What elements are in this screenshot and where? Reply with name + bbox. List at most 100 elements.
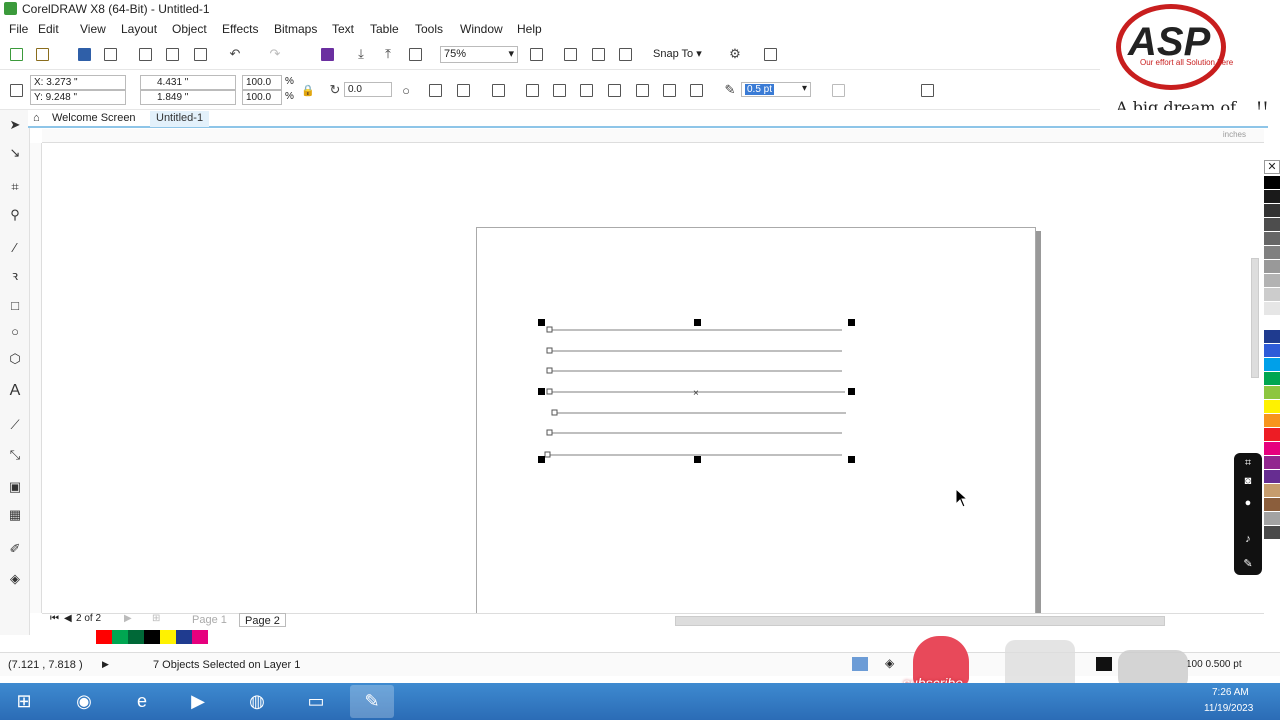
undo-icon[interactable]: ↶ xyxy=(225,44,245,64)
color-swatch[interactable] xyxy=(1264,302,1280,316)
crop-icon[interactable]: ⌗ xyxy=(1241,457,1255,471)
pick-tool-icon[interactable]: ➤ xyxy=(6,116,24,134)
rotation-center-icon[interactable]: ○ xyxy=(396,80,416,100)
front-minus-back-icon[interactable] xyxy=(632,80,652,100)
color-swatch[interactable] xyxy=(1264,260,1280,274)
tab-untitled-1[interactable]: Untitled-1 xyxy=(150,111,210,127)
color-swatch[interactable] xyxy=(1264,288,1280,302)
create-boundary-icon[interactable] xyxy=(686,80,706,100)
publish-pdf-icon[interactable] xyxy=(405,44,425,64)
menu-window[interactable]: Window xyxy=(460,22,503,36)
ellipse-tool-icon[interactable]: ○ xyxy=(6,322,24,340)
color-swatch[interactable] xyxy=(1264,386,1280,400)
pen-icon[interactable]: ✎ xyxy=(1241,557,1255,571)
rotation-angle-field[interactable]: 0.0 xyxy=(344,82,392,97)
horizontal-ruler[interactable]: inches xyxy=(42,129,1264,143)
rectangle-tool-icon[interactable]: □ xyxy=(6,296,24,314)
color-swatch[interactable] xyxy=(1264,330,1280,344)
polygon-tool-icon[interactable]: ⬡ xyxy=(6,350,24,368)
color-swatch[interactable] xyxy=(1264,246,1280,260)
color-swatch[interactable] xyxy=(1264,456,1280,470)
color-palette[interactable] xyxy=(1264,160,1280,590)
zoom-level-select[interactable]: 75% ▾ xyxy=(440,46,518,63)
color-swatch[interactable] xyxy=(1264,400,1280,414)
lock-ratio-icon[interactable]: 🔒 xyxy=(298,80,318,100)
color-swatch[interactable] xyxy=(1264,372,1280,386)
no-color-swatch[interactable]: ✕ xyxy=(1264,160,1280,174)
scale-width-field[interactable]: 100.0 xyxy=(242,75,282,90)
color-swatch[interactable] xyxy=(1264,176,1280,190)
outline-pen-icon[interactable]: ✎ xyxy=(720,80,740,100)
expand-arrow-icon[interactable]: ▶ xyxy=(102,659,109,670)
color-swatch[interactable] xyxy=(1264,414,1280,428)
document-color-swatch[interactable] xyxy=(160,630,176,644)
media-center-icon[interactable]: ▶ xyxy=(176,685,220,718)
y-position-field[interactable]: Y: 9.248 " xyxy=(30,90,126,105)
search-content-icon[interactable] xyxy=(317,44,337,64)
menu-view[interactable]: View xyxy=(80,22,106,36)
show-rulers-icon[interactable] xyxy=(560,44,580,64)
document-color-swatch[interactable] xyxy=(176,630,192,644)
launch-icon[interactable] xyxy=(760,44,780,64)
menu-object[interactable]: Object xyxy=(172,22,207,36)
group-icon[interactable] xyxy=(488,80,508,100)
trim-icon[interactable] xyxy=(549,80,569,100)
redo-icon[interactable]: ↷ xyxy=(265,44,285,64)
microphone-icon[interactable]: ♪ xyxy=(1241,533,1255,547)
snap-to-dropdown[interactable]: Snap To ▾ xyxy=(653,47,702,60)
gear-icon[interactable]: ⚙ xyxy=(725,44,745,64)
document-palette[interactable] xyxy=(80,630,210,646)
prev-page-icon[interactable]: ◀ xyxy=(64,613,72,624)
document-color-icon[interactable] xyxy=(852,657,868,671)
document-color-swatch[interactable] xyxy=(192,630,208,644)
color-swatch[interactable] xyxy=(1264,428,1280,442)
tab-page-1[interactable]: Page 1 xyxy=(187,613,232,627)
fill-indicator-icon[interactable]: ◈ xyxy=(885,656,894,670)
parallel-dimension-icon[interactable]: ⟋ xyxy=(6,416,24,434)
fill-tool-icon[interactable]: ◈ xyxy=(6,570,24,588)
mirror-horizontal-icon[interactable] xyxy=(425,80,445,100)
next-page-icon[interactable]: ▶ xyxy=(124,613,132,624)
menu-help[interactable]: Help xyxy=(517,22,542,36)
coreldraw-taskbar-icon[interactable]: ✎ xyxy=(350,685,394,718)
vertical-scroll-thumb[interactable] xyxy=(1251,258,1259,378)
color-swatch[interactable] xyxy=(1264,358,1280,372)
document-color-swatch[interactable] xyxy=(96,630,112,644)
copy-icon[interactable] xyxy=(162,44,182,64)
eyedropper-icon[interactable]: ✐ xyxy=(6,540,24,558)
simplify-icon[interactable] xyxy=(604,80,624,100)
back-minus-front-icon[interactable] xyxy=(659,80,679,100)
artistic-media-icon[interactable]: ꝛ xyxy=(6,266,24,284)
menu-effects[interactable]: Effects xyxy=(222,22,258,36)
first-page-icon[interactable]: ⏮ xyxy=(50,613,59,624)
color-swatch[interactable] xyxy=(1264,232,1280,246)
color-swatch[interactable] xyxy=(1264,498,1280,512)
show-guidelines-icon[interactable] xyxy=(615,44,635,64)
freehand-tool-icon[interactable]: ⁄ xyxy=(6,238,24,256)
zoom-tool-icon[interactable]: ⚲ xyxy=(6,206,24,224)
vertical-ruler[interactable] xyxy=(30,143,42,613)
color-swatch[interactable] xyxy=(1264,470,1280,484)
export-icon[interactable]: ⤒ xyxy=(378,44,398,64)
connector-tool-icon[interactable]: ⤡ xyxy=(6,446,24,464)
crop-tool-icon[interactable]: ⌗ xyxy=(6,178,24,196)
camera-icon[interactable]: ◙ xyxy=(1241,475,1255,489)
object-origin-icon[interactable] xyxy=(6,80,26,100)
color-swatch[interactable] xyxy=(1264,484,1280,498)
color-swatch[interactable] xyxy=(1264,218,1280,232)
transparency-tool-icon[interactable]: ▦ xyxy=(6,506,24,524)
menu-tools[interactable]: Tools xyxy=(415,22,443,36)
chrome-icon[interactable]: ◍ xyxy=(235,685,279,718)
align-distribute-icon[interactable] xyxy=(917,80,937,100)
document-color-swatch[interactable] xyxy=(144,630,160,644)
document-color-swatch[interactable] xyxy=(80,630,96,644)
open-icon[interactable] xyxy=(32,44,52,64)
menu-table[interactable]: Table xyxy=(370,22,399,36)
color-swatch[interactable] xyxy=(1264,274,1280,288)
color-swatch[interactable] xyxy=(1264,344,1280,358)
color-swatch[interactable] xyxy=(1264,190,1280,204)
shape-tool-icon[interactable]: ↘ xyxy=(6,144,24,162)
import-icon[interactable]: ⤓ xyxy=(351,44,371,64)
menu-layout[interactable]: Layout xyxy=(121,22,157,36)
document-color-swatch[interactable] xyxy=(128,630,144,644)
